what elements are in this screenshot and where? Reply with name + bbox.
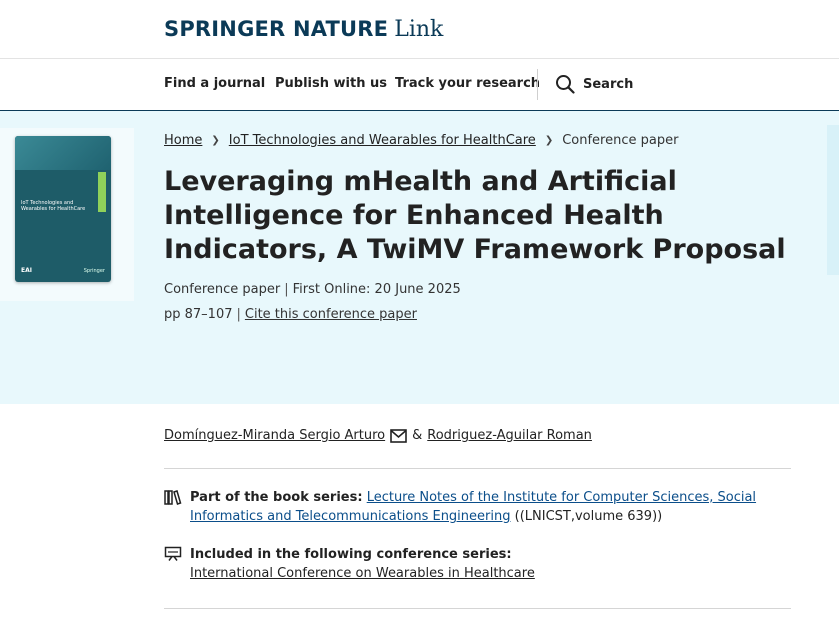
book-cover-image[interactable]: IoT Technologies and Wearables for Healt… (15, 136, 111, 282)
presentation-icon (164, 546, 182, 561)
content-type: Conference paper (164, 282, 281, 297)
author-list: Domínguez-Miranda Sergio Arturo & Rodrig… (164, 428, 592, 443)
hero-accent (827, 125, 839, 275)
book-series-label: Part of the book series: (190, 490, 363, 505)
eai-logo: EAI (21, 267, 32, 274)
breadcrumb: Home ❯ IoT Technologies and Wearables fo… (164, 133, 678, 148)
brand-header: SPRINGER NATURE Link (0, 0, 839, 59)
conference-series-label: Included in the following conference ser… (190, 547, 512, 562)
author-link[interactable]: Rodriguez-Aguilar Roman (427, 428, 592, 443)
article-hero: IoT Technologies and Wearables for Healt… (0, 111, 839, 404)
breadcrumb-home[interactable]: Home (164, 133, 202, 148)
page-range: pp 87–107 (164, 307, 233, 322)
cite-link[interactable]: Cite this conference paper (245, 307, 417, 322)
chevron-right-icon: ❯ (544, 135, 554, 146)
cover-series-stripe (98, 172, 106, 212)
nav-divider (537, 69, 538, 100)
book-series-volume: ((LNICST,volume 639)) (514, 509, 663, 524)
first-online-date: First Online: 20 June 2025 (292, 282, 461, 297)
books-icon (164, 490, 182, 505)
article-pages-meta: pp 87–107 | Cite this conference paper (164, 307, 417, 322)
meta-separator: | (236, 307, 241, 322)
springer-nature-link-logo[interactable]: SPRINGER NATURE Link (164, 15, 443, 44)
main-nav: Find a journal Publish with us Track you… (0, 59, 839, 111)
search-icon (556, 75, 575, 94)
author-separator: & (412, 428, 423, 443)
conference-series-link[interactable]: International Conference on Wearables in… (190, 566, 535, 581)
search-label: Search (583, 76, 634, 92)
springer-cover-logo: Springer (83, 268, 105, 274)
email-icon[interactable] (390, 428, 407, 443)
author-link[interactable]: Domínguez-Miranda Sergio Arturo (164, 428, 385, 443)
breadcrumb-book[interactable]: IoT Technologies and Wearables for Healt… (229, 133, 536, 148)
cover-banner (15, 136, 111, 170)
breadcrumb-current: Conference paper (562, 133, 679, 148)
article-meta: Conference paper | First Online: 20 June 2… (164, 282, 461, 297)
nav-publish[interactable]: Publish with us (275, 76, 387, 91)
nav-find-journal[interactable]: Find a journal (164, 76, 265, 91)
cover-title: IoT Technologies and Wearables for Healt… (21, 200, 86, 212)
chevron-right-icon: ❯ (211, 135, 220, 146)
divider (164, 608, 791, 609)
brand-name: SPRINGER NATURE (164, 17, 389, 41)
nav-track-research[interactable]: Track your research (395, 76, 540, 91)
meta-separator: | (284, 282, 289, 297)
search-button[interactable]: Search (555, 74, 633, 94)
divider (164, 468, 791, 469)
book-series-info: Part of the book series: Lecture Notes o… (164, 488, 790, 526)
brand-link-text: Link (394, 17, 444, 42)
article-title: Leveraging mHealth and Artificial Intell… (164, 166, 786, 265)
conference-series-info: Included in the following conference ser… (164, 545, 790, 583)
